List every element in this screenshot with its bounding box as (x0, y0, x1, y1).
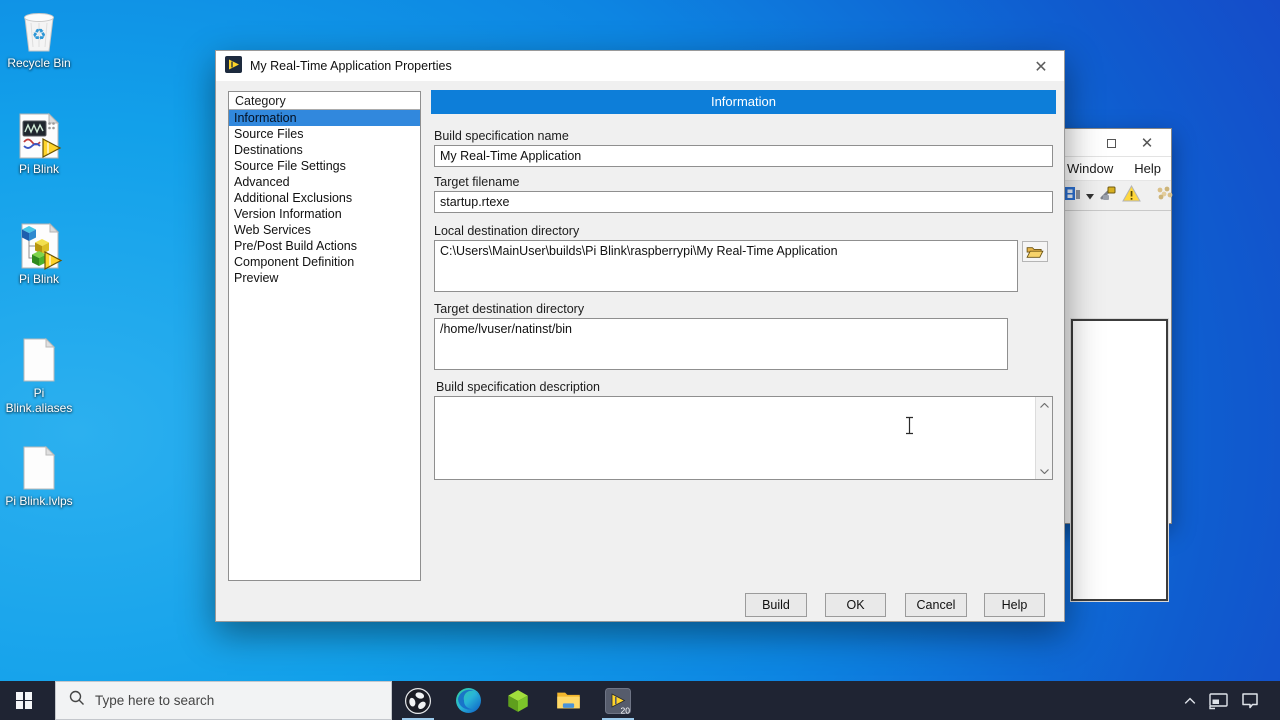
taskbar-edge-icon[interactable] (444, 681, 492, 720)
shortcut-pi-blink-aliases[interactable]: Pi Blink.aliases (0, 336, 78, 416)
shortcut-pi-blink-project[interactable]: Pi Blink (0, 222, 78, 287)
labview-vi-file-icon (15, 112, 63, 160)
open-folder-icon (1026, 245, 1044, 259)
category-item-additional-exclusions[interactable]: Additional Exclusions (229, 190, 420, 206)
category-list: Category Information Source Files Destin… (228, 91, 421, 581)
recycle-bin-icon: ♻ (15, 6, 63, 54)
category-item-web-services[interactable]: Web Services (229, 222, 420, 238)
ok-button[interactable]: OK (825, 593, 886, 617)
shortcut-pi-blink-vi[interactable]: Pi Blink (0, 112, 78, 177)
shortcut-recycle-bin[interactable]: ♻ Recycle Bin (0, 6, 78, 71)
align-objects-icon[interactable] (1064, 185, 1081, 207)
taskbar-ni-package-manager-icon[interactable] (494, 681, 542, 720)
category-item-advanced[interactable]: Advanced (229, 174, 420, 190)
target-destination-label: Target destination directory (434, 302, 584, 316)
build-button[interactable]: Build (745, 593, 807, 617)
category-list-header: Category (229, 92, 420, 110)
shortcut-label: Recycle Bin (7, 56, 70, 71)
menu-window[interactable]: Window (1067, 161, 1113, 176)
shortcut-label: Pi Blink.aliases (0, 386, 78, 416)
scroll-down-icon[interactable] (1036, 463, 1052, 479)
chevron-up-icon (1182, 693, 1198, 709)
build-spec-name-input[interactable] (434, 145, 1053, 167)
document-file-icon (15, 336, 63, 384)
search-input[interactable] (95, 693, 345, 708)
scroll-up-icon[interactable] (1036, 397, 1052, 413)
taskbar: 20 (0, 681, 1280, 720)
browse-folder-button[interactable] (1022, 241, 1048, 262)
document-file-icon (15, 444, 63, 492)
target-filename-input[interactable] (434, 191, 1053, 213)
reorder-objects-icon[interactable] (1155, 185, 1173, 206)
properties-dialog: My Real-Time Application Properties ✕ Ca… (215, 50, 1065, 622)
description-box (434, 396, 1053, 480)
taskbar-file-explorer-icon[interactable] (544, 681, 592, 720)
svg-text:♻: ♻ (32, 25, 46, 44)
taskbar-obs-icon[interactable] (394, 681, 442, 720)
tray-action-center-icon[interactable] (1234, 681, 1266, 720)
section-header: Information (431, 90, 1056, 114)
menu-help[interactable]: Help (1134, 161, 1161, 176)
description-input[interactable] (435, 397, 1035, 479)
warning-icon[interactable] (1122, 185, 1141, 207)
shortcut-pi-blink-lvlps[interactable]: Pi Blink.lvlps (0, 444, 78, 509)
labview-project-file-icon (15, 222, 63, 270)
category-item-source-files[interactable]: Source Files (229, 126, 420, 142)
build-spec-name-label: Build specification name (434, 129, 569, 143)
maximize-button[interactable] (1095, 129, 1127, 157)
dialog-titlebar: My Real-Time Application Properties ✕ (216, 51, 1064, 81)
start-button[interactable] (0, 681, 48, 720)
labview-version-badge: 20 (621, 705, 631, 715)
category-item-pre-post-build-actions[interactable]: Pre/Post Build Actions (229, 238, 420, 254)
target-filename-label: Target filename (434, 175, 519, 189)
shortcut-label: Pi Blink.lvlps (5, 494, 72, 509)
dropdown-arrow-icon[interactable] (1086, 187, 1094, 205)
shortcut-label: Pi Blink (19, 162, 59, 177)
local-destination-input[interactable]: C:\Users\MainUser\builds\Pi Blink\raspbe… (434, 240, 1018, 292)
taskbar-labview-icon[interactable]: 20 (594, 681, 642, 720)
category-item-component-definition[interactable]: Component Definition (229, 254, 420, 270)
search-icon (69, 690, 85, 711)
cancel-button[interactable]: Cancel (905, 593, 967, 617)
labview-app-icon (225, 56, 242, 76)
help-button[interactable]: Help (984, 593, 1045, 617)
close-icon[interactable]: ✕ (1018, 51, 1064, 81)
local-destination-label: Local destination directory (434, 224, 579, 238)
windows-logo-icon (16, 692, 33, 709)
target-destination-input[interactable]: /home/lvuser/natinst/bin (434, 318, 1008, 370)
tools-icon[interactable] (1099, 185, 1117, 207)
taskbar-search[interactable] (55, 681, 392, 720)
dialog-title: My Real-Time Application Properties (250, 59, 452, 73)
tray-display-icon[interactable] (1204, 681, 1232, 720)
desktop: ♻ Recycle Bin Pi Blink (0, 0, 1280, 720)
category-item-preview[interactable]: Preview (229, 270, 420, 286)
front-panel (1071, 319, 1168, 601)
description-label: Build specification description (436, 380, 600, 394)
category-item-information[interactable]: Information (229, 110, 420, 126)
category-item-source-file-settings[interactable]: Source File Settings (229, 158, 420, 174)
category-item-destinations[interactable]: Destinations (229, 142, 420, 158)
tray-show-hidden-icons[interactable] (1178, 681, 1202, 720)
description-scrollbar[interactable] (1035, 397, 1052, 479)
close-button[interactable]: ✕ (1131, 129, 1163, 157)
shortcut-label: Pi Blink (19, 272, 59, 287)
category-item-version-information[interactable]: Version Information (229, 206, 420, 222)
